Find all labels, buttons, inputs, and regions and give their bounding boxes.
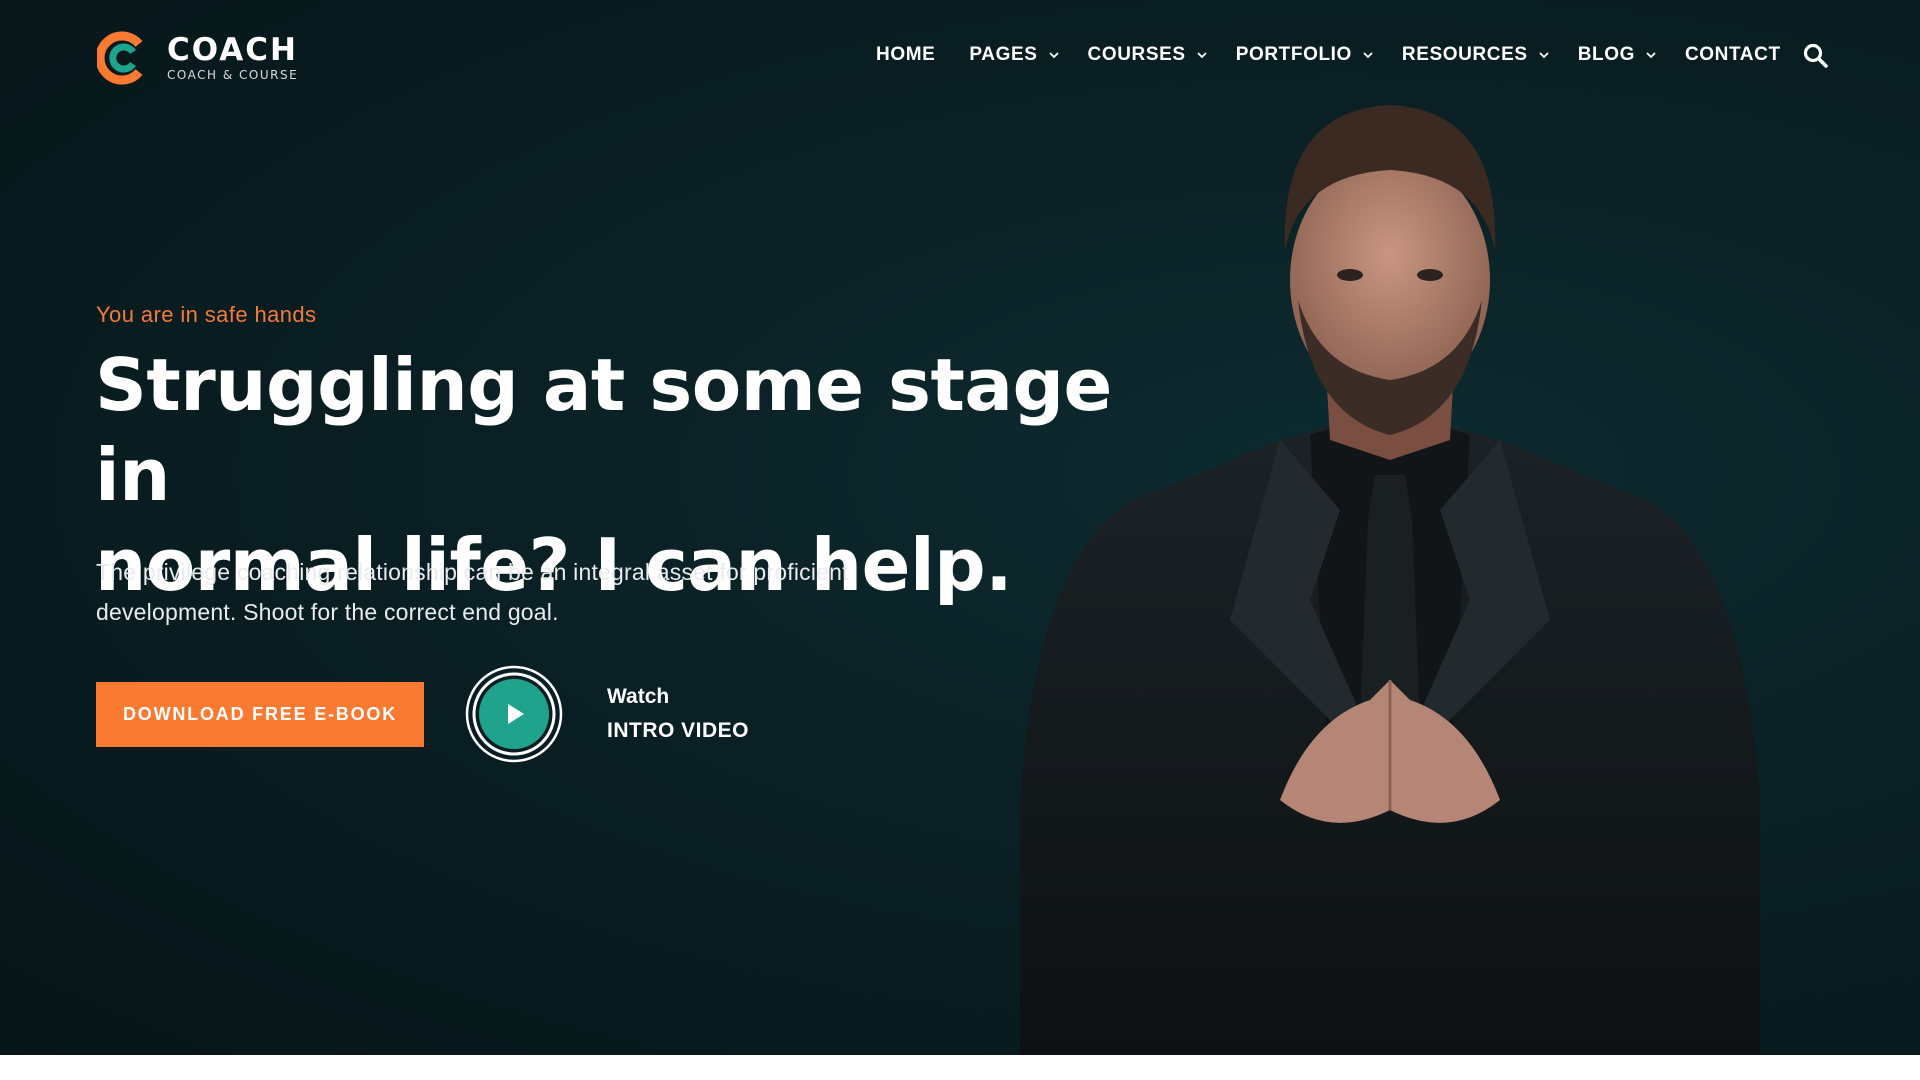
chevron-down-icon	[1646, 52, 1656, 59]
nav-label: PAGES	[969, 44, 1038, 65]
hero-eyebrow: You are in safe hands	[96, 302, 317, 327]
nav-item-resources[interactable]: RESOURCES	[1402, 44, 1550, 66]
nav-item-portfolio[interactable]: PORTFOLIO	[1236, 44, 1374, 66]
nav-item-courses[interactable]: COURSES	[1088, 44, 1208, 66]
watch-label: Watch	[607, 685, 670, 708]
nav-item-home[interactable]: HOME	[876, 44, 935, 66]
headline-line-1: Struggling at some stage in	[95, 343, 1112, 517]
site-header: COACH COACH & COURSE HOME PAGES COURSES …	[0, 0, 1920, 110]
brand-name: COACH	[167, 32, 298, 68]
search-icon[interactable]	[1802, 42, 1830, 70]
nav-label: COURSES	[1087, 44, 1186, 65]
nav-label: CONTACT	[1684, 44, 1781, 65]
play-icon[interactable]	[464, 664, 564, 764]
nav-item-pages[interactable]: PAGES	[969, 44, 1059, 66]
coach-logo-icon	[97, 31, 143, 85]
nav-label: HOME	[876, 44, 936, 65]
description-line-2: development. Shoot for the correct end g…	[96, 599, 559, 625]
chevron-down-icon	[1363, 52, 1373, 59]
intro-video-link[interactable]: Watch INTRO VIDEO	[607, 680, 749, 748]
nav-label: BLOG	[1577, 44, 1635, 65]
nav-item-blog[interactable]: BLOG	[1578, 44, 1657, 66]
main-nav: HOME PAGES COURSES PORTFOLIO RESOURCES B…	[876, 44, 1781, 66]
hero-section: COACH COACH & COURSE HOME PAGES COURSES …	[0, 0, 1920, 1055]
brand-tagline: COACH & COURSE	[167, 68, 299, 82]
brand-logo[interactable]: COACH COACH & COURSE	[97, 30, 298, 86]
chevron-down-icon	[1048, 52, 1059, 59]
chevron-down-icon	[1539, 52, 1549, 59]
nav-label: RESOURCES	[1401, 44, 1528, 65]
nav-item-contact[interactable]: CONTACT	[1685, 44, 1781, 66]
nav-label: PORTFOLIO	[1235, 44, 1352, 65]
description-line-1: The privilege coaching relationship can …	[96, 559, 849, 585]
intro-video-label: INTRO VIDEO	[607, 719, 750, 742]
hero-description: The privilege coaching relationship can …	[96, 552, 956, 632]
download-ebook-button[interactable]: DOWNLOAD FREE E-BOOK	[96, 682, 424, 747]
chevron-down-icon	[1197, 52, 1207, 59]
page-bottom-strip	[0, 1055, 1920, 1080]
